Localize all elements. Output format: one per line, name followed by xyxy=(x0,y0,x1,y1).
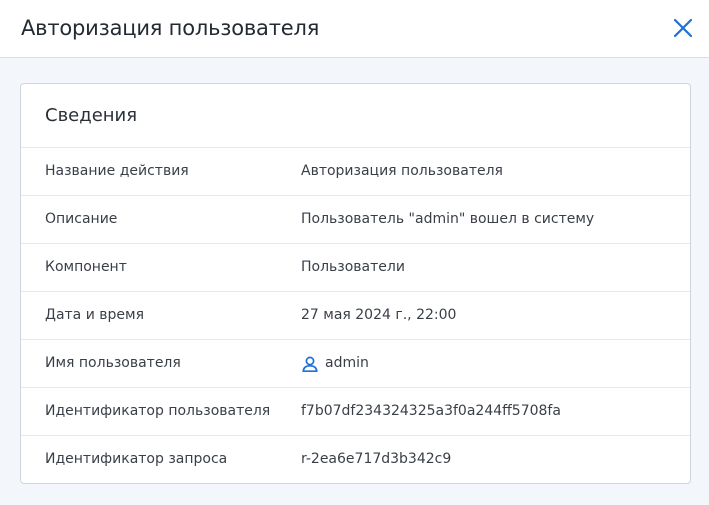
detail-value-text: r-2ea6e717d3b342c9 xyxy=(301,451,452,467)
detail-row-username: Имя пользователя admin xyxy=(21,339,690,387)
detail-label: Название действия xyxy=(45,163,189,179)
detail-label: Компонент xyxy=(45,259,127,275)
detail-value-text: Авторизация пользователя xyxy=(301,163,503,179)
detail-value-text: Пользователи xyxy=(301,259,405,275)
user-link[interactable]: admin xyxy=(301,340,369,387)
detail-value: 27 мая 2024 г., 22:00 xyxy=(301,292,456,339)
detail-value: r-2ea6e717d3b342c9 xyxy=(301,436,451,483)
detail-label: Идентификатор запроса xyxy=(45,451,228,467)
detail-value-text: f7b07df234324325a3f0a244ff5708fa xyxy=(301,403,561,419)
dialog-title: Авторизация пользователя xyxy=(21,16,320,40)
details-list: Название действия Авторизация пользовате… xyxy=(21,147,690,483)
detail-row-description: Описание Пользователь "admin" вошел в си… xyxy=(21,195,690,243)
detail-label: Описание xyxy=(45,211,118,227)
detail-label: Имя пользователя xyxy=(45,355,181,371)
detail-row-action-name: Название действия Авторизация пользовате… xyxy=(21,147,690,195)
username-text: admin xyxy=(325,355,369,371)
detail-row-request-id: Идентификатор запроса r-2ea6e717d3b342c9 xyxy=(21,435,690,483)
detail-value: Авторизация пользователя xyxy=(301,148,503,195)
detail-label: Идентификатор пользователя xyxy=(45,403,271,419)
detail-row-user-id: Идентификатор пользователя f7b07df234324… xyxy=(21,387,690,435)
card-title: Сведения xyxy=(45,105,138,126)
close-icon xyxy=(673,18,693,38)
detail-row-datetime: Дата и время 27 мая 2024 г., 22:00 xyxy=(21,291,690,339)
detail-value: f7b07df234324325a3f0a244ff5708fa xyxy=(301,388,561,435)
detail-row-component: Компонент Пользователи xyxy=(21,243,690,291)
detail-value: Пользователь "admin" вошел в систему xyxy=(301,196,594,243)
close-button[interactable] xyxy=(671,16,695,40)
detail-label: Дата и время xyxy=(45,307,144,323)
dialog-header: Авторизация пользователя xyxy=(0,0,709,58)
detail-value-text: 27 мая 2024 г., 22:00 xyxy=(301,307,457,323)
details-card: Сведения Название действия Авторизация п… xyxy=(20,83,691,484)
detail-value-text: Пользователь "admin" вошел в систему xyxy=(301,211,595,227)
detail-value: Пользователи xyxy=(301,244,405,291)
user-icon xyxy=(302,356,318,372)
